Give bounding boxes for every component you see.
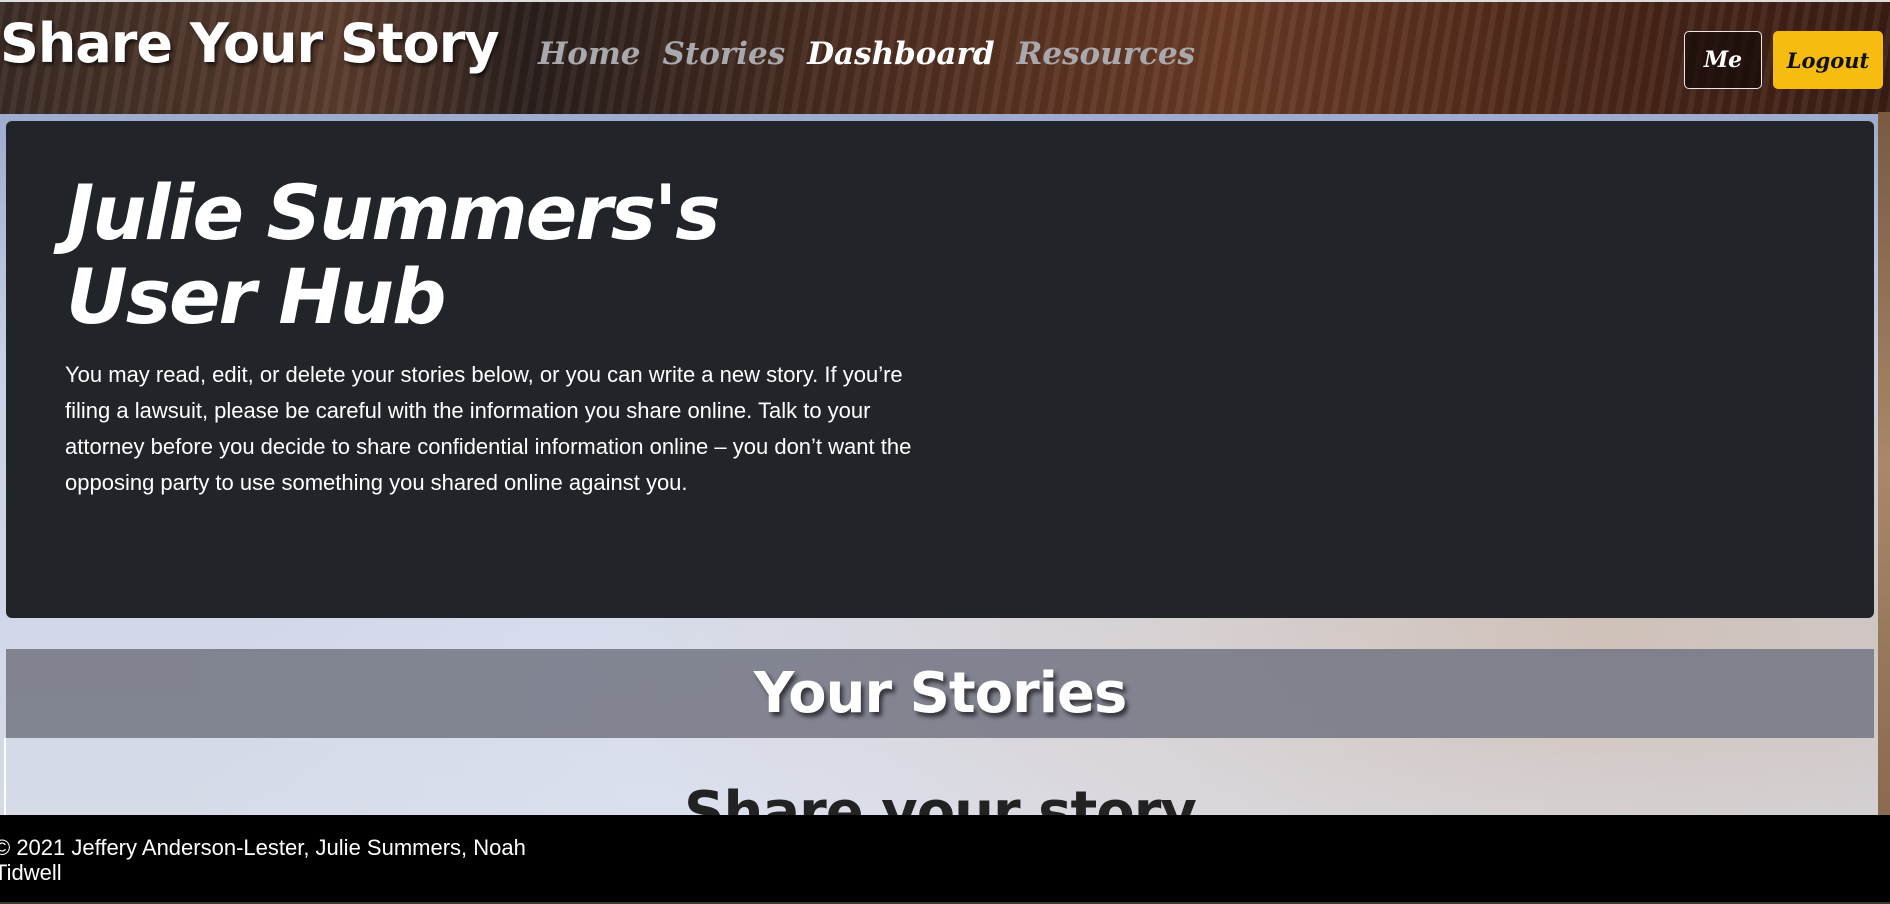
your-stories-banner: Your Stories [6, 649, 1874, 738]
me-button[interactable]: Me [1684, 31, 1762, 89]
logout-button[interactable]: Logout [1773, 31, 1883, 89]
nav-stories-link[interactable]: Stories [663, 36, 786, 72]
nav-dashboard-link[interactable]: Dashboard [807, 36, 994, 72]
user-hub-panel: Julie Summers's User Hub You may read, e… [6, 121, 1874, 618]
your-stories-heading: Your Stories [753, 661, 1128, 726]
footer: © 2021 Jeffery Anderson-Lester, Julie Su… [0, 815, 1890, 904]
brand-title[interactable]: Share Your Story [0, 12, 500, 75]
copyright-text: © 2021 Jeffery Anderson-Lester, Julie Su… [0, 835, 526, 885]
main-nav: Home Stories Dashboard Resources [538, 36, 1195, 72]
nav-resources-link[interactable]: Resources [1017, 36, 1196, 72]
nav-home-link[interactable]: Home [538, 36, 641, 72]
page-title: Julie Summers's User Hub [66, 168, 720, 341]
top-navbar: Share Your Story Home Stories Dashboard … [0, 0, 1890, 114]
background-edge [1878, 112, 1890, 815]
hub-description: You may read, edit, or delete your stori… [65, 362, 912, 495]
